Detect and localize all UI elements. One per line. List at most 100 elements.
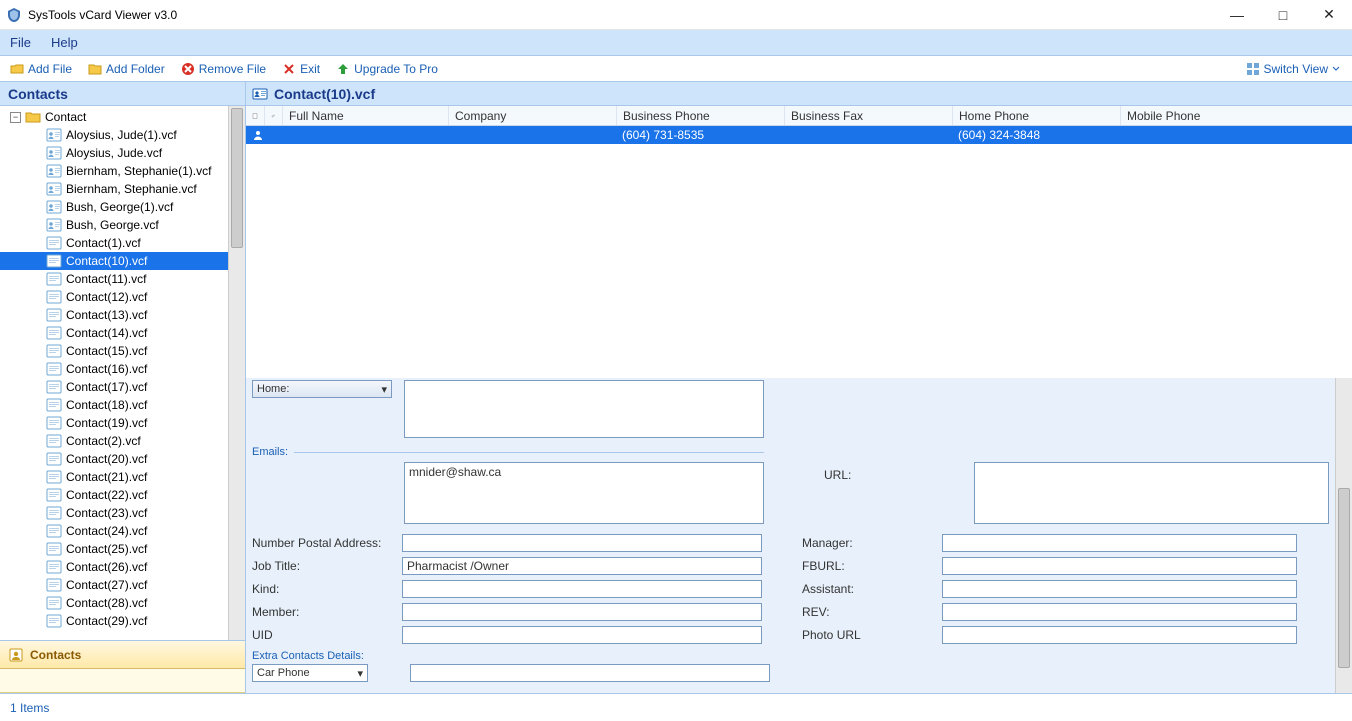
details-scroll-thumb[interactable] — [1338, 488, 1350, 668]
address-type-select[interactable]: Home: ▾ — [252, 380, 392, 398]
input-uid[interactable] — [402, 626, 762, 644]
add-file-button[interactable]: Add File — [6, 60, 76, 78]
grid-row-selected[interactable]: (604) 731-8535 (604) 324-3848 — [246, 126, 1352, 144]
tree-scroll-thumb[interactable] — [231, 108, 243, 248]
vcard-file-icon — [46, 272, 62, 286]
exit-label: Exit — [300, 62, 320, 76]
input-kind[interactable] — [402, 580, 762, 598]
vcard-file-icon — [46, 326, 62, 340]
col-full-name[interactable]: Full Name — [282, 106, 448, 125]
close-button[interactable]: ✕ — [1306, 0, 1352, 30]
tree-item[interactable]: Aloysius, Jude(1).vcf — [0, 126, 228, 144]
exit-button[interactable]: Exit — [278, 60, 324, 78]
upgrade-button[interactable]: Upgrade To Pro — [332, 60, 442, 78]
tree-item[interactable]: Contact(29).vcf — [0, 612, 228, 630]
tree-item[interactable]: Contact(23).vcf — [0, 504, 228, 522]
collapse-icon[interactable]: − — [10, 112, 21, 123]
tree-item-label: Contact(21).vcf — [66, 470, 147, 484]
app-icon — [6, 7, 22, 23]
tree-item[interactable]: Contact(1).vcf — [0, 234, 228, 252]
tree-item[interactable]: Contact(28).vcf — [0, 594, 228, 612]
input-num-postal[interactable] — [402, 534, 762, 552]
tree-item[interactable]: Contact(10).vcf — [0, 252, 228, 270]
input-manager[interactable] — [942, 534, 1297, 552]
file-tree[interactable]: − Contact Aloysius, Jude(1).vcf Aloysius, J… — [0, 106, 228, 640]
add-folder-button[interactable]: Add Folder — [84, 60, 169, 78]
col-home-phone[interactable]: Home Phone — [952, 106, 1120, 125]
exit-icon — [282, 62, 296, 76]
extra-type-select[interactable]: Car Phone ▾ — [252, 664, 368, 682]
tree-item[interactable]: Biernham, Stephanie(1).vcf — [0, 162, 228, 180]
email-value: mnider@shaw.ca — [409, 465, 501, 479]
vcard-file-icon — [46, 560, 62, 574]
statusbar: 1 Items — [0, 693, 1352, 721]
col-business-fax[interactable]: Business Fax — [784, 106, 952, 125]
up-arrow-icon — [336, 62, 350, 76]
tree-item[interactable]: Contact(12).vcf — [0, 288, 228, 306]
tree-item[interactable]: Contact(26).vcf — [0, 558, 228, 576]
tree-root-label: Contact — [45, 110, 86, 124]
vcard-file-icon — [46, 290, 62, 304]
label-kind: Kind: — [252, 582, 402, 596]
vcard-file-icon — [46, 434, 62, 448]
tree-item-label: Contact(18).vcf — [66, 398, 147, 412]
content-header: Contact(10).vcf — [246, 82, 1352, 106]
tree-item[interactable]: Bush, George(1).vcf — [0, 198, 228, 216]
extra-value-input[interactable] — [410, 664, 770, 682]
maximize-button[interactable]: □ — [1260, 0, 1306, 30]
tree-item[interactable]: Contact(14).vcf — [0, 324, 228, 342]
titlebar: SysTools vCard Viewer v3.0 — □ ✕ — [0, 0, 1352, 30]
vcard-file-icon — [46, 398, 62, 412]
minimize-button[interactable]: — — [1214, 0, 1260, 30]
tree-item[interactable]: Contact(21).vcf — [0, 468, 228, 486]
url-textbox[interactable] — [974, 462, 1329, 524]
input-member[interactable] — [402, 603, 762, 621]
col-mobile-phone[interactable]: Mobile Phone — [1120, 106, 1352, 125]
input-rev[interactable] — [942, 603, 1297, 621]
url-label: URL: — [824, 462, 964, 482]
col-company[interactable]: Company — [448, 106, 616, 125]
col-icon2[interactable] — [264, 106, 282, 125]
address-textbox[interactable] — [404, 380, 764, 438]
remove-file-button[interactable]: Remove File — [177, 60, 270, 78]
tree-item[interactable]: Bush, George.vcf — [0, 216, 228, 234]
nav-contacts-tab[interactable]: Contacts — [0, 641, 245, 669]
menu-file[interactable]: File — [10, 35, 31, 50]
tree-item[interactable]: Contact(2).vcf — [0, 432, 228, 450]
col-icon1[interactable] — [246, 106, 264, 125]
tree-item[interactable]: Contact(19).vcf — [0, 414, 228, 432]
input-photo-url[interactable] — [942, 626, 1297, 644]
input-fburl[interactable] — [942, 557, 1297, 575]
vcard-file-icon — [46, 380, 62, 394]
tree-item[interactable]: Contact(25).vcf — [0, 540, 228, 558]
tree-item[interactable]: Contact(22).vcf — [0, 486, 228, 504]
tree-item[interactable]: Contact(20).vcf — [0, 450, 228, 468]
tree-item[interactable]: Contact(15).vcf — [0, 342, 228, 360]
tree-item[interactable]: Contact(27).vcf — [0, 576, 228, 594]
tree-item[interactable]: Contact(11).vcf — [0, 270, 228, 288]
input-job-title[interactable]: Pharmacist /Owner — [402, 557, 762, 575]
label-rev: REV: — [802, 605, 942, 619]
tree-item[interactable]: Contact(18).vcf — [0, 396, 228, 414]
switch-view-button[interactable]: Switch View — [1240, 60, 1346, 78]
input-assistant[interactable] — [942, 580, 1297, 598]
app-title: SysTools vCard Viewer v3.0 — [28, 8, 177, 22]
toolbar: Add File Add Folder Remove File Exit Upg… — [0, 56, 1352, 82]
contacts-icon — [8, 647, 24, 663]
menu-help[interactable]: Help — [51, 35, 78, 50]
tree-item-label: Contact(27).vcf — [66, 578, 147, 592]
emails-textbox[interactable]: mnider@shaw.ca — [404, 462, 764, 524]
tree-item[interactable]: Contact(17).vcf — [0, 378, 228, 396]
tree-item-label: Aloysius, Jude.vcf — [66, 146, 162, 160]
col-business-phone[interactable]: Business Phone — [616, 106, 784, 125]
tree-root[interactable]: − Contact — [0, 108, 228, 126]
tree-item[interactable]: Aloysius, Jude.vcf — [0, 144, 228, 162]
details-scrollbar[interactable] — [1335, 378, 1352, 693]
label-photo-url: Photo URL — [802, 628, 942, 642]
tree-item[interactable]: Contact(16).vcf — [0, 360, 228, 378]
tree-item[interactable]: Contact(13).vcf — [0, 306, 228, 324]
tree-item[interactable]: Contact(24).vcf — [0, 522, 228, 540]
menubar: File Help — [0, 30, 1352, 56]
tree-item[interactable]: Biernham, Stephanie.vcf — [0, 180, 228, 198]
tree-scrollbar[interactable] — [228, 106, 245, 640]
